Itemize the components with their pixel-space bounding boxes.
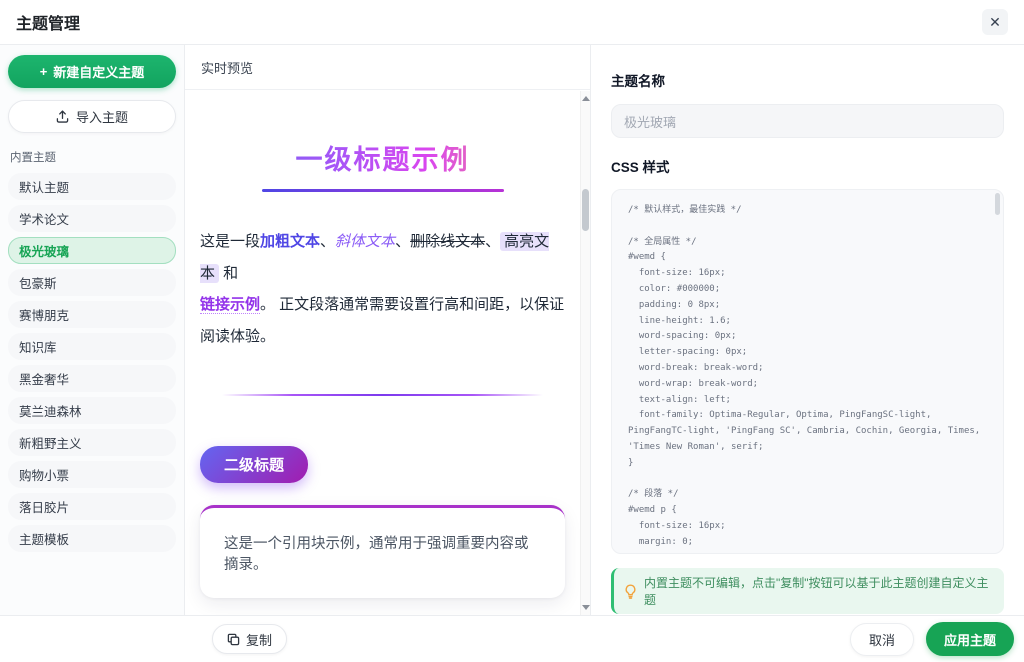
preview-content: 一级标题示例 这是一段加粗文本、斜体文本、删除线文本、高亮文本 和链接示例。 正… <box>185 90 580 615</box>
theme-item-receipt[interactable]: 购物小票 <box>8 461 176 488</box>
modal-body: + 新建自定义主题 导入主题 内置主题 默认主题 学术论文 极光玻璃 包豪斯 赛… <box>0 45 1024 615</box>
theme-item-label: 主题模板 <box>19 529 69 548</box>
apply-theme-button[interactable]: 应用主题 <box>926 622 1014 656</box>
scroll-down-icon[interactable] <box>582 605 590 610</box>
theme-editor-panel: 主题名称 CSS 样式 /* 默认样式，最佳实践 */ /* 全局属性 */ #… <box>590 45 1024 615</box>
page-title: 主题管理 <box>16 10 80 34</box>
theme-item-cyberpunk[interactable]: 赛博朋克 <box>8 301 176 328</box>
footer-bar: 复制 取消 应用主题 <box>0 615 1024 662</box>
theme-item-label: 莫兰迪森林 <box>19 401 82 420</box>
quote-text: 这是一个引用块示例，通常用于强调重要内容或摘录。 <box>224 536 529 573</box>
preview-paragraph: 这是一段加粗文本、斜体文本、删除线文本、高亮文本 和链接示例。 正文段落通常需要… <box>200 226 565 352</box>
copy-button-label: 复制 <box>246 630 272 649</box>
theme-item-bauhaus[interactable]: 包豪斯 <box>8 269 176 296</box>
close-button[interactable]: ✕ <box>982 9 1008 35</box>
scrollbar-thumb[interactable] <box>582 189 589 231</box>
upload-icon <box>56 110 69 123</box>
close-icon: ✕ <box>989 15 1001 29</box>
import-theme-label: 导入主题 <box>76 107 128 126</box>
readonly-tip: 内置主题不可编辑，点击"复制"按钮可以基于此主题创建自定义主题 <box>611 568 1004 614</box>
preview-h1: 一级标题示例 <box>200 138 565 177</box>
theme-item-label: 知识库 <box>19 337 57 356</box>
theme-sidebar: + 新建自定义主题 导入主题 内置主题 默认主题 学术论文 极光玻璃 包豪斯 赛… <box>0 45 185 615</box>
theme-item-label: 落日胶片 <box>19 497 69 516</box>
scroll-up-icon[interactable] <box>582 96 590 101</box>
theme-item-knowledge-base[interactable]: 知识库 <box>8 333 176 360</box>
text-normal: 这是一段 <box>200 233 260 250</box>
theme-item-sunset-film[interactable]: 落日胶片 <box>8 493 176 520</box>
preview-scrollbar[interactable] <box>580 91 590 615</box>
theme-item-label: 包豪斯 <box>19 273 57 292</box>
text-bold: 加粗文本 <box>260 233 320 250</box>
text-normal: 、 <box>320 233 335 250</box>
readonly-tip-text: 内置主题不可编辑，点击"复制"按钮可以基于此主题创建自定义主题 <box>644 574 994 608</box>
copy-theme-button[interactable]: 复制 <box>212 624 287 654</box>
text-normal: 、 <box>395 233 410 250</box>
new-custom-theme-button[interactable]: + 新建自定义主题 <box>8 55 176 88</box>
text-normal: 和 <box>219 265 238 282</box>
theme-item-label: 赛博朋克 <box>19 305 69 324</box>
link-example[interactable]: 链接示例 <box>200 296 260 314</box>
theme-name-label: 主题名称 <box>611 70 1004 90</box>
lightbulb-icon <box>624 584 637 599</box>
live-preview-panel: 实时预览 一级标题示例 这是一段加粗文本、斜体文本、删除线文本、高亮文本 和链接… <box>185 45 590 615</box>
theme-list: 默认主题 学术论文 极光玻璃 包豪斯 赛博朋克 知识库 黑金奢华 莫兰迪森林 新… <box>8 173 176 552</box>
css-code-text: /* 默认样式，最佳实践 */ /* 全局属性 */ #wemd { font-… <box>628 203 987 554</box>
theme-manager-modal: 主题管理 ✕ + 新建自定义主题 导入主题 内置主题 默认主题 学术论文 极光玻… <box>0 0 1024 662</box>
theme-item-label: 默认主题 <box>19 177 69 196</box>
code-scrollbar-thumb[interactable] <box>995 193 1000 215</box>
preview-h2-badge: 二级标题 <box>200 446 308 483</box>
builtin-themes-label: 内置主题 <box>10 149 174 165</box>
h1-underline <box>262 189 504 192</box>
css-code-editor[interactable]: /* 默认样式，最佳实践 */ /* 全局属性 */ #wemd { font-… <box>611 189 1004 554</box>
theme-item-morandi-forest[interactable]: 莫兰迪森林 <box>8 397 176 424</box>
theme-item-black-gold[interactable]: 黑金奢华 <box>8 365 176 392</box>
theme-name-input[interactable] <box>611 104 1004 138</box>
live-preview-title: 实时预览 <box>185 45 590 90</box>
css-style-label: CSS 样式 <box>611 156 1004 176</box>
text-strikethrough: 删除线文本 <box>410 233 485 250</box>
new-custom-theme-label: 新建自定义主题 <box>53 62 144 81</box>
header: 主题管理 ✕ <box>0 0 1024 45</box>
import-theme-button[interactable]: 导入主题 <box>8 100 176 133</box>
preview-quote: 这是一个引用块示例，通常用于强调重要内容或摘录。 <box>200 505 565 598</box>
theme-item-label: 黑金奢华 <box>19 369 69 388</box>
theme-item-neo-brutalism[interactable]: 新粗野主义 <box>8 429 176 456</box>
theme-item-aurora-glass[interactable]: 极光玻璃 <box>8 237 176 264</box>
theme-item-academic[interactable]: 学术论文 <box>8 205 176 232</box>
cancel-button[interactable]: 取消 <box>850 623 914 656</box>
theme-item-label: 新粗野主义 <box>19 433 82 452</box>
plus-icon: + <box>40 64 48 79</box>
theme-item-label: 极光玻璃 <box>19 241 69 260</box>
theme-item-label: 学术论文 <box>19 209 69 228</box>
copy-icon <box>227 633 240 646</box>
theme-item-default[interactable]: 默认主题 <box>8 173 176 200</box>
theme-item-template[interactable]: 主题模板 <box>8 525 176 552</box>
text-italic: 斜体文本 <box>335 233 395 250</box>
text-normal: 、 <box>485 233 500 250</box>
theme-item-label: 购物小票 <box>19 465 69 484</box>
